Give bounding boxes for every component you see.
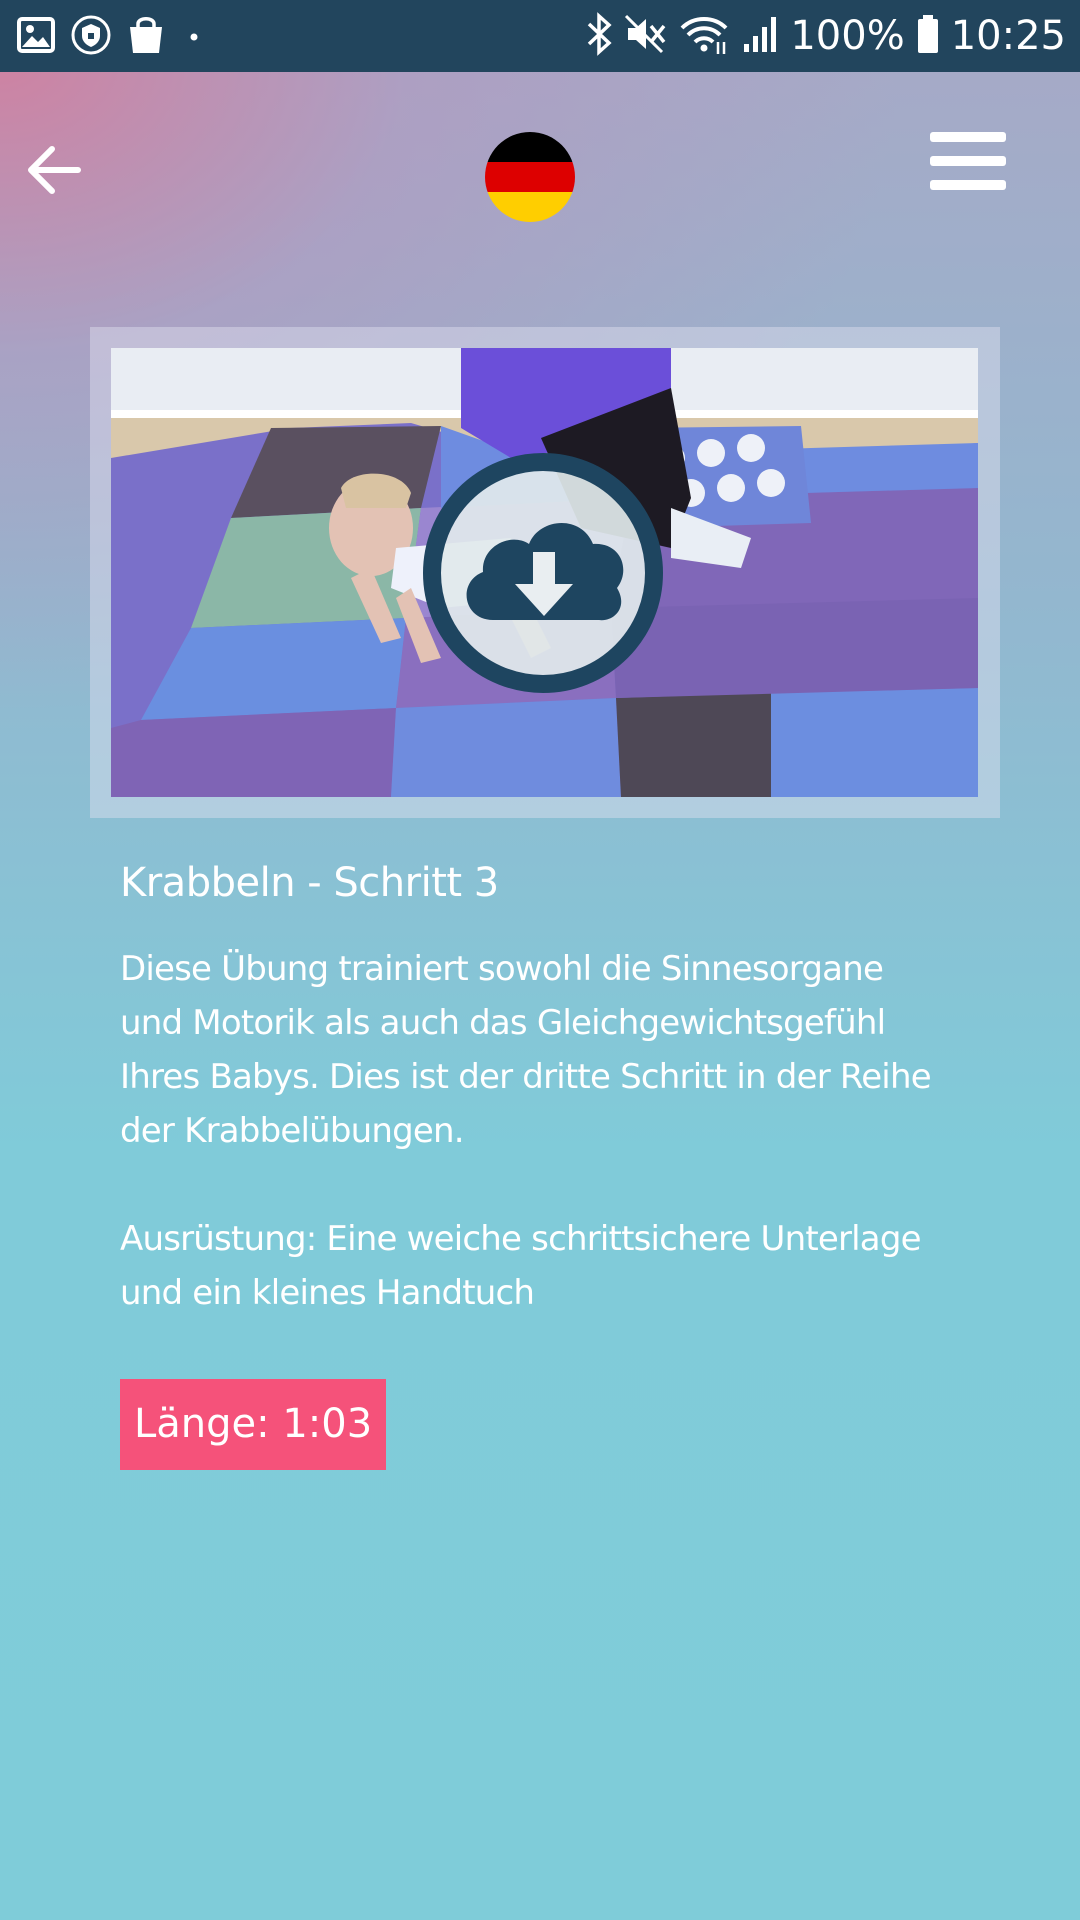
equipment-text: Ausrüstung: Eine weiche schrittsichere U… — [120, 1212, 980, 1320]
dot-icon — [180, 15, 208, 59]
germany-flag-icon[interactable] — [485, 132, 575, 222]
mute-icon — [624, 12, 668, 60]
shopping-bag-icon — [126, 14, 166, 60]
battery-icon — [915, 12, 941, 60]
battery-percentage: 100% — [790, 13, 905, 59]
equipment-line: Ausrüstung: Eine weiche schrittsichere U… — [120, 1219, 922, 1259]
gallery-icon — [16, 15, 56, 59]
clock: 10:25 — [950, 13, 1066, 59]
shield-icon — [70, 14, 112, 60]
description-line: und Motorik als auch das Gleichgewichtsg… — [120, 1003, 886, 1043]
menu-line — [930, 180, 1006, 190]
status-bar: 100% 10:25 — [0, 0, 1080, 72]
cloud-download-icon — [466, 522, 624, 621]
menu-line — [930, 156, 1006, 166]
equipment-line: und ein kleines Handtuch — [120, 1273, 535, 1313]
back-button[interactable] — [24, 140, 84, 200]
description-line: der Krabbelübungen. — [120, 1111, 465, 1151]
exercise-title: Krabbeln - Schritt 3 — [120, 860, 499, 906]
duration-badge: Länge: 1:03 — [120, 1379, 387, 1470]
exercise-description: Diese Übung trainiert sowohl die Sinneso… — [120, 942, 980, 1158]
arrow-left-icon — [28, 146, 81, 194]
hamburger-menu-button[interactable] — [928, 128, 1008, 194]
wifi-icon — [678, 12, 730, 60]
description-line: Ihres Babys. Dies ist der dritte Schritt… — [120, 1057, 932, 1097]
menu-line — [930, 132, 1006, 142]
bluetooth-icon — [584, 12, 614, 60]
signal-icon — [740, 12, 780, 60]
download-video-button[interactable] — [423, 453, 663, 693]
description-line: Diese Übung trainiert sowohl die Sinneso… — [120, 949, 884, 989]
